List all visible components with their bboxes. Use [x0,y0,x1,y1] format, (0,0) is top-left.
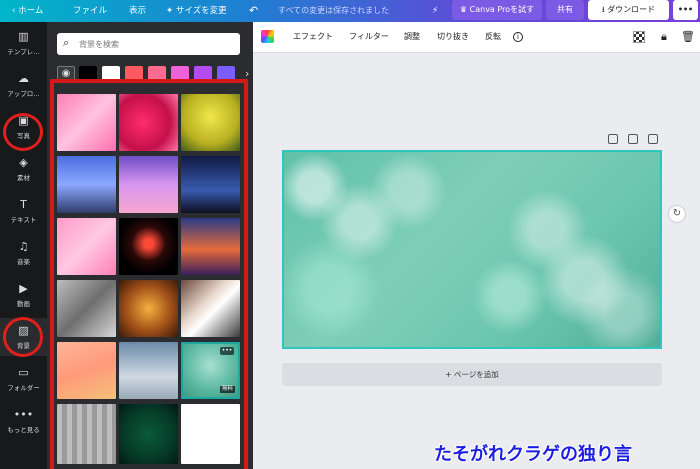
home-button[interactable]: ‹ ホーム [12,0,43,22]
background-panel: ⌕ ◉ › •••無料 [47,22,253,469]
background-tile[interactable] [181,94,240,151]
effects-button[interactable]: エフェクト [293,22,333,52]
rail-label: 音楽 [17,258,30,266]
rail-label: テキスト [10,216,37,224]
music-icon: ♫ [18,240,29,253]
more-icon: ••• [13,408,34,421]
refresh-icon[interactable]: ↻ [668,205,686,223]
download-button[interactable]: ⭳ ダウンロード [588,0,669,20]
flip-button[interactable]: 反転 [485,22,501,52]
background-tile[interactable] [57,218,116,275]
trash-icon[interactable]: 🗑︎ [681,22,695,52]
background-tile[interactable] [181,218,240,275]
background-tile[interactable] [57,342,116,399]
rail-label: フォルダー [7,384,40,392]
add-page-button[interactable]: + ページを追加 [282,363,662,386]
editor-toolbar: エフェクト フィルター 調整 切り抜き 反転 i 🔒︎ 🗑︎ [253,22,700,53]
filter-button[interactable]: フィルター [349,22,389,52]
search-box: ⌕ [57,33,240,55]
more-menu-button[interactable]: ••• [673,0,698,20]
video-icon: ▶ [19,282,28,295]
background-tile[interactable] [57,94,116,151]
canva-pro-button[interactable]: ♛ Canva Proを試す [452,0,542,20]
duplicate-icon[interactable] [628,134,638,144]
highlight-circle-photos [3,113,43,151]
rail-label: 動画 [17,300,30,308]
rail-item-uploads[interactable]: ☁ アップロ… [0,72,47,98]
canvas-area: ↻ + ページを追加 [253,53,700,469]
free-badge: 無料 [219,386,235,393]
highlight-circle-background [3,317,43,357]
rail-label: アップロ… [7,90,40,98]
info-button[interactable]: i [513,22,523,52]
search-icon: ⌕ [63,36,70,49]
top-bar: ‹ ホーム ファイル 表示 ✦ サイズを変更 ↶ すべての変更は保存されました … [0,0,700,22]
resize-label: サイズを変更 [175,6,227,16]
background-tile[interactable] [119,342,178,399]
canva-pro-label: Canva Proを試す [469,5,535,14]
file-menu[interactable]: ファイル [73,0,107,22]
upload-icon: ☁ [18,72,29,85]
adjust-button[interactable]: 調整 [404,22,420,52]
lock-icon[interactable]: 🔒︎ [661,22,667,52]
view-menu[interactable]: 表示 [129,0,146,22]
transparency-icon[interactable] [633,31,645,43]
background-tile[interactable] [57,156,116,213]
background-tile[interactable] [57,280,116,337]
background-tile[interactable] [57,404,116,464]
rail-item-elements[interactable]: ◈ 素材 [0,156,47,182]
search-input[interactable] [79,36,234,52]
rail-item-templates[interactable]: ▥ テンプレ… [0,30,47,56]
background-tile-selected[interactable]: ••• 無料 [181,342,240,399]
download-icon: ⭳ [601,5,605,14]
background-tile[interactable] [119,94,178,151]
rail-item-folder[interactable]: ▭ フォルダー [0,366,47,392]
resize-button[interactable]: ✦ サイズを変更 [166,0,227,22]
add-page-icon[interactable] [648,134,658,144]
rail-item-text[interactable]: T テキスト [0,198,47,224]
rail-label: もっと見る [7,426,40,434]
tile-more-icon[interactable]: ••• [220,347,234,355]
design-artboard[interactable] [282,150,662,349]
background-tile[interactable] [181,404,240,464]
save-status: すべての変更は保存されました [278,6,390,15]
text-icon: T [20,198,27,211]
share-button[interactable]: 共有 [546,0,584,20]
rail-label: テンプレ… [7,48,40,56]
rail-label: 素材 [17,174,30,182]
template-icon: ▥ [18,30,29,43]
download-label: ダウンロード [607,5,656,14]
sync-icon: ⚡ [432,6,439,16]
background-tile[interactable] [119,218,178,275]
left-rail: ▥ テンプレ… ☁ アップロ… ▣ 写真 ◈ 素材 T テキスト ♫ 音楽 ▶ … [0,22,47,469]
background-tile[interactable] [181,280,240,337]
crop-button[interactable]: 切り抜き [437,22,469,52]
background-tile[interactable] [119,280,178,337]
rail-item-more[interactable]: ••• もっと見る [0,408,47,434]
undo-icon[interactable]: ↶ [249,0,258,22]
color-picker-icon[interactable] [261,30,274,43]
elements-icon: ◈ [19,156,28,169]
rail-item-music[interactable]: ♫ 音楽 [0,240,47,266]
folder-icon: ▭ [18,366,29,379]
watermark-text: たそがれクラゲの独り言 [434,444,632,465]
note-icon[interactable] [608,134,618,144]
background-tile[interactable] [181,156,240,213]
background-tile[interactable] [119,404,178,464]
info-icon: i [513,32,523,42]
background-tile[interactable] [119,156,178,213]
rail-item-video[interactable]: ▶ 動画 [0,282,47,308]
